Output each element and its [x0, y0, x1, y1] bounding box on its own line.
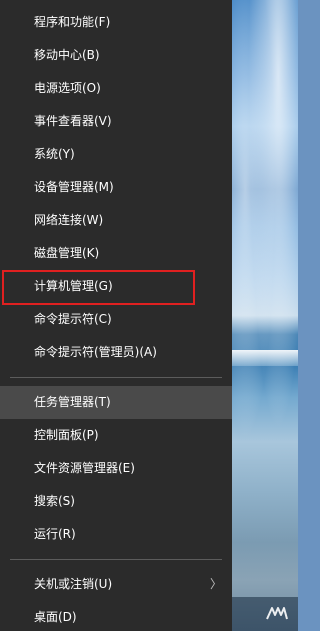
menu-item-file-explorer[interactable]: 文件资源管理器(E) [0, 452, 232, 485]
menu-item-power-options[interactable]: 电源选项(O) [0, 72, 232, 105]
menu-item-command-prompt[interactable]: 命令提示符(C) [0, 303, 232, 336]
menu-item-mobility-center[interactable]: 移动中心(B) [0, 39, 232, 72]
menu-item-control-panel[interactable]: 控制面板(P) [0, 419, 232, 452]
menu-separator [10, 559, 222, 560]
menu-item-shutdown-signout[interactable]: 关机或注销(U) 〉 [0, 568, 232, 601]
menu-item-system[interactable]: 系统(Y) [0, 138, 232, 171]
menu-item-task-manager[interactable]: 任务管理器(T) [0, 386, 232, 419]
menu-item-disk-management[interactable]: 磁盘管理(K) [0, 237, 232, 270]
menu-item-computer-management[interactable]: 计算机管理(G) [0, 270, 232, 303]
taskbar [232, 597, 298, 631]
menu-item-command-prompt-admin[interactable]: 命令提示符(管理员)(A) [0, 336, 232, 369]
menu-item-label: 关机或注销(U) [34, 577, 113, 591]
winx-context-menu: 程序和功能(F) 移动中心(B) 电源选项(O) 事件查看器(V) 系统(Y) … [0, 0, 232, 631]
menu-item-network-connections[interactable]: 网络连接(W) [0, 204, 232, 237]
menu-item-programs-features[interactable]: 程序和功能(F) [0, 6, 232, 39]
menu-separator [10, 377, 222, 378]
menu-item-desktop[interactable]: 桌面(D) [0, 601, 232, 631]
desktop-wallpaper [232, 0, 298, 631]
menu-item-event-viewer[interactable]: 事件查看器(V) [0, 105, 232, 138]
app-logo-icon[interactable] [264, 603, 290, 625]
chevron-right-icon: 〉 [209, 577, 222, 591]
menu-item-search[interactable]: 搜索(S) [0, 485, 232, 518]
menu-item-run[interactable]: 运行(R) [0, 518, 232, 551]
menu-item-device-manager[interactable]: 设备管理器(M) [0, 171, 232, 204]
